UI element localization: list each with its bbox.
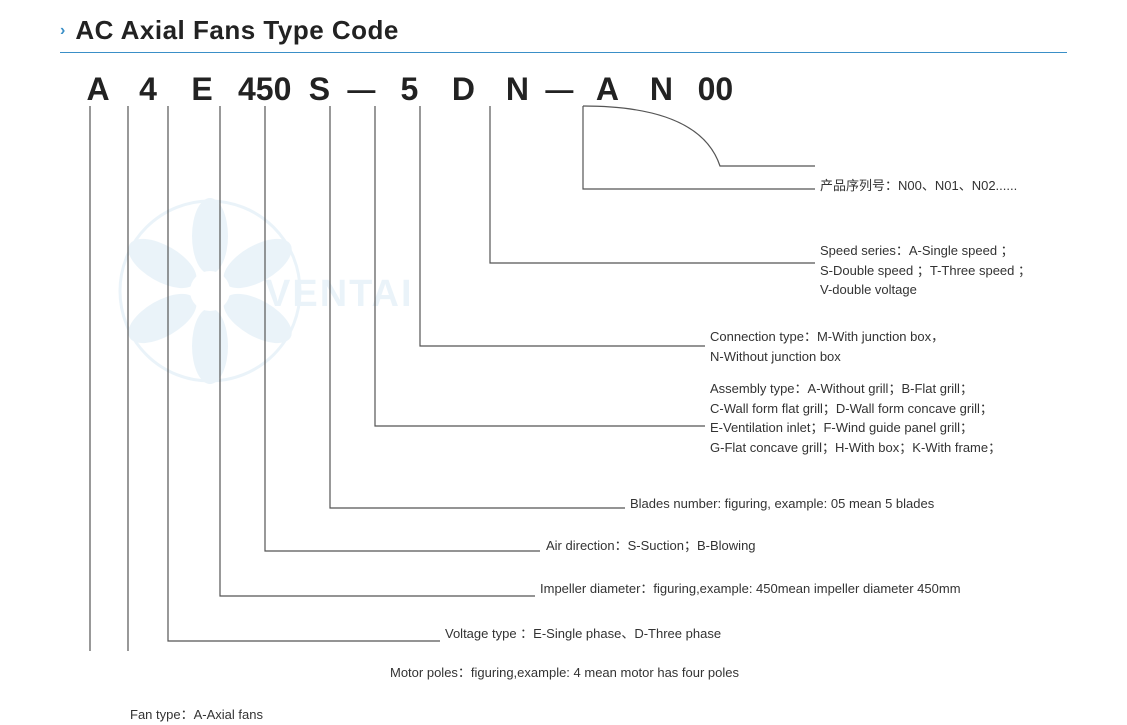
desc-blades-number: Blades number: figuring, example: 05 mea… [630, 494, 934, 514]
desc-voltage-type: Voltage type ：E-Single phase、D-Three pha… [445, 624, 721, 644]
chevron-icon: › [60, 22, 65, 40]
desc-connection-type: Connection type：M-With junction box，N-Wi… [710, 327, 944, 366]
desc-speed-series: Speed series：A-Single speed ；S-Double sp… [820, 241, 1031, 300]
desc-air-direction: Air direction：S-Suction；B-Blowing [546, 536, 756, 556]
page-header: › AC Axial Fans Type Code [60, 15, 1067, 46]
page-title: AC Axial Fans Type Code [75, 15, 399, 46]
desc-impeller-diameter: Impeller diameter：figuring,example: 450m… [540, 579, 961, 599]
type-code-diagram: A 4 E 450 S — 5 D N — A N 00 VENTAI [60, 71, 1067, 651]
desc-product-series: 产品序列号：N00、N01、N02...... [820, 176, 1017, 196]
desc-motor-poles: Motor poles：figuring,example: 4 mean mot… [390, 663, 739, 683]
desc-assembly-type: Assembly type：A-Without grill；B-Flat gri… [710, 379, 1001, 457]
header-divider [60, 52, 1067, 53]
desc-fan-type: Fan type：A-Axial fans [130, 705, 263, 725]
page-container: › AC Axial Fans Type Code A 4 E 450 S — … [0, 0, 1127, 711]
